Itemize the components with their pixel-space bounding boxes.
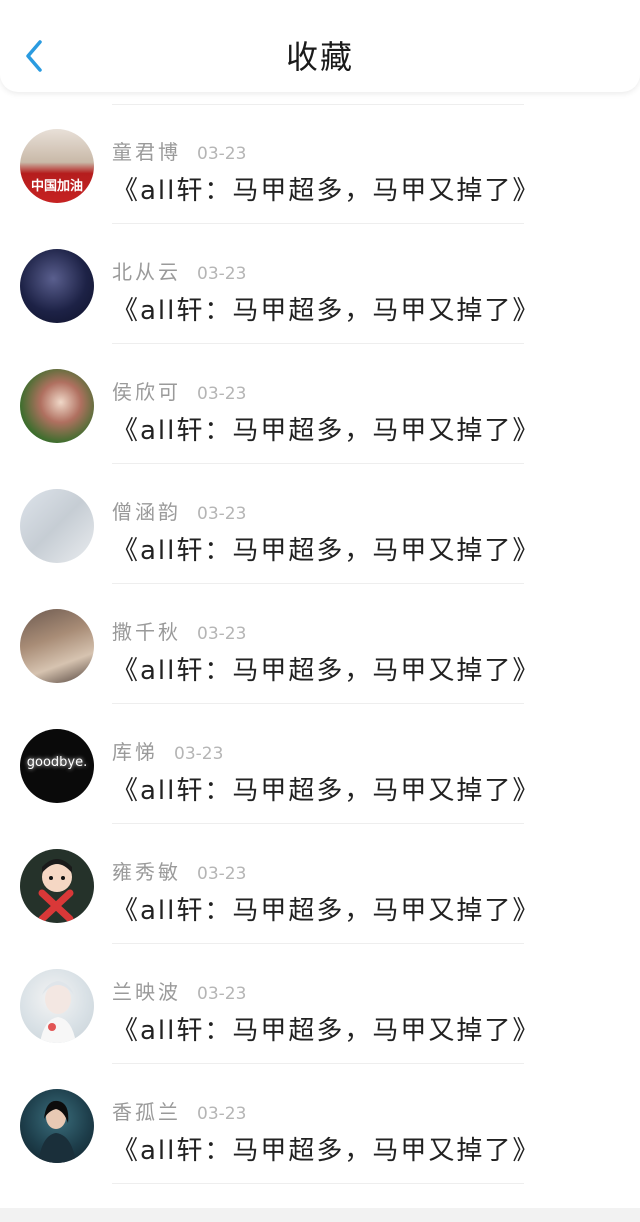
cartoon-girl-x-icon — [38, 859, 74, 923]
work-title[interactable]: 《all轩：马甲超多，马甲又掉了》 — [112, 770, 540, 807]
avatar[interactable] — [20, 489, 94, 563]
list-item[interactable]: goodbye. 库悌 03-23 《all轩：马甲超多，马甲又掉了》 — [0, 704, 640, 824]
author-name[interactable]: 侯欣可 03-23 — [112, 376, 246, 405]
author-name-text: 撒千秋 — [112, 620, 181, 644]
author-name-text: 香孤兰 — [112, 1100, 181, 1124]
date-text: 03-23 — [197, 864, 247, 884]
avatar[interactable] — [20, 849, 94, 923]
avatar[interactable] — [20, 969, 94, 1043]
avatar-caption: goodbye. — [26, 755, 88, 770]
date-text: 03-23 — [197, 984, 247, 1004]
work-title[interactable]: 《all轩：马甲超多，马甲又掉了》 — [112, 650, 540, 687]
author-name[interactable]: 雍秀敏 03-23 — [112, 856, 246, 885]
avatar[interactable]: 中国加油 — [20, 129, 94, 203]
work-title[interactable]: 《all轩：马甲超多，马甲又掉了》 — [112, 890, 540, 927]
page-title: 收藏 — [285, 38, 354, 76]
avatar[interactable] — [20, 1089, 94, 1163]
list-item[interactable]: 侯欣可 03-23 《all轩：马甲超多，马甲又掉了》 — [0, 344, 640, 464]
list-item[interactable]: 香孤兰 03-23 《all轩：马甲超多，马甲又掉了》 — [0, 1064, 640, 1184]
work-title[interactable]: 《all轩：马甲超多，马甲又掉了》 — [112, 1010, 540, 1047]
list-item[interactable]: 北从云 03-23 《all轩：马甲超多，马甲又掉了》 — [0, 224, 640, 344]
work-title[interactable]: 《all轩：马甲超多，马甲又掉了》 — [112, 410, 540, 447]
portrait-icon — [38, 1100, 76, 1163]
work-title[interactable]: 《all轩：马甲超多，马甲又掉了》 — [112, 530, 540, 567]
portrait-icon — [40, 981, 76, 1043]
work-title[interactable]: 《all轩：马甲超多，马甲又掉了》 — [112, 170, 540, 207]
avatar[interactable]: goodbye. — [20, 729, 94, 803]
date-text: 03-23 — [197, 1104, 247, 1124]
bottom-edge — [0, 1208, 640, 1222]
author-name-text: 童君博 — [112, 140, 181, 164]
avatar[interactable] — [20, 369, 94, 443]
date-text: 03-23 — [197, 504, 247, 524]
divider — [112, 1183, 524, 1184]
list-item[interactable]: 僧涵韵 03-23 《all轩：马甲超多，马甲又掉了》 — [0, 464, 640, 584]
work-title[interactable]: 《all轩：马甲超多，马甲又掉了》 — [112, 290, 540, 327]
date-text: 03-23 — [197, 624, 247, 644]
date-text: 03-23 — [197, 384, 247, 404]
favorites-list: 中国加油 童君博 03-23 《all轩：马甲超多，马甲又掉了》 北从云 03-23… — [0, 104, 640, 1184]
date-text: 03-23 — [197, 264, 247, 284]
author-name[interactable]: 童君博 03-23 — [112, 136, 246, 165]
list-item[interactable]: 撒千秋 03-23 《all轩：马甲超多，马甲又掉了》 — [0, 584, 640, 704]
author-name[interactable]: 北从云 03-23 — [112, 256, 246, 285]
author-name-text: 库悌 — [112, 740, 158, 764]
author-name-text: 僧涵韵 — [112, 500, 181, 524]
date-text: 03-23 — [197, 144, 247, 164]
avatar-caption: 中国加油 — [30, 179, 83, 194]
author-name-text: 北从云 — [112, 260, 181, 284]
list-item[interactable]: 兰映波 03-23 《all轩：马甲超多，马甲又掉了》 — [0, 944, 640, 1064]
author-name[interactable]: 库悌 03-23 — [112, 736, 223, 765]
author-name[interactable]: 香孤兰 03-23 — [112, 1096, 246, 1125]
author-name-text: 侯欣可 — [112, 380, 181, 404]
author-name[interactable]: 兰映波 03-23 — [112, 976, 246, 1005]
author-name[interactable]: 撒千秋 03-23 — [112, 616, 246, 645]
avatar[interactable] — [20, 249, 94, 323]
author-name-text: 兰映波 — [112, 980, 181, 1004]
author-name-text: 雍秀敏 — [112, 860, 181, 884]
author-name[interactable]: 僧涵韵 03-23 — [112, 496, 246, 525]
date-text: 03-23 — [174, 744, 224, 764]
top-bar: 收藏 — [0, 0, 640, 92]
list-item[interactable]: 中国加油 童君博 03-23 《all轩：马甲超多，马甲又掉了》 — [0, 104, 640, 224]
avatar[interactable] — [20, 609, 94, 683]
list-item[interactable]: 雍秀敏 03-23 《all轩：马甲超多，马甲又掉了》 — [0, 824, 640, 944]
work-title[interactable]: 《all轩：马甲超多，马甲又掉了》 — [112, 1130, 540, 1167]
